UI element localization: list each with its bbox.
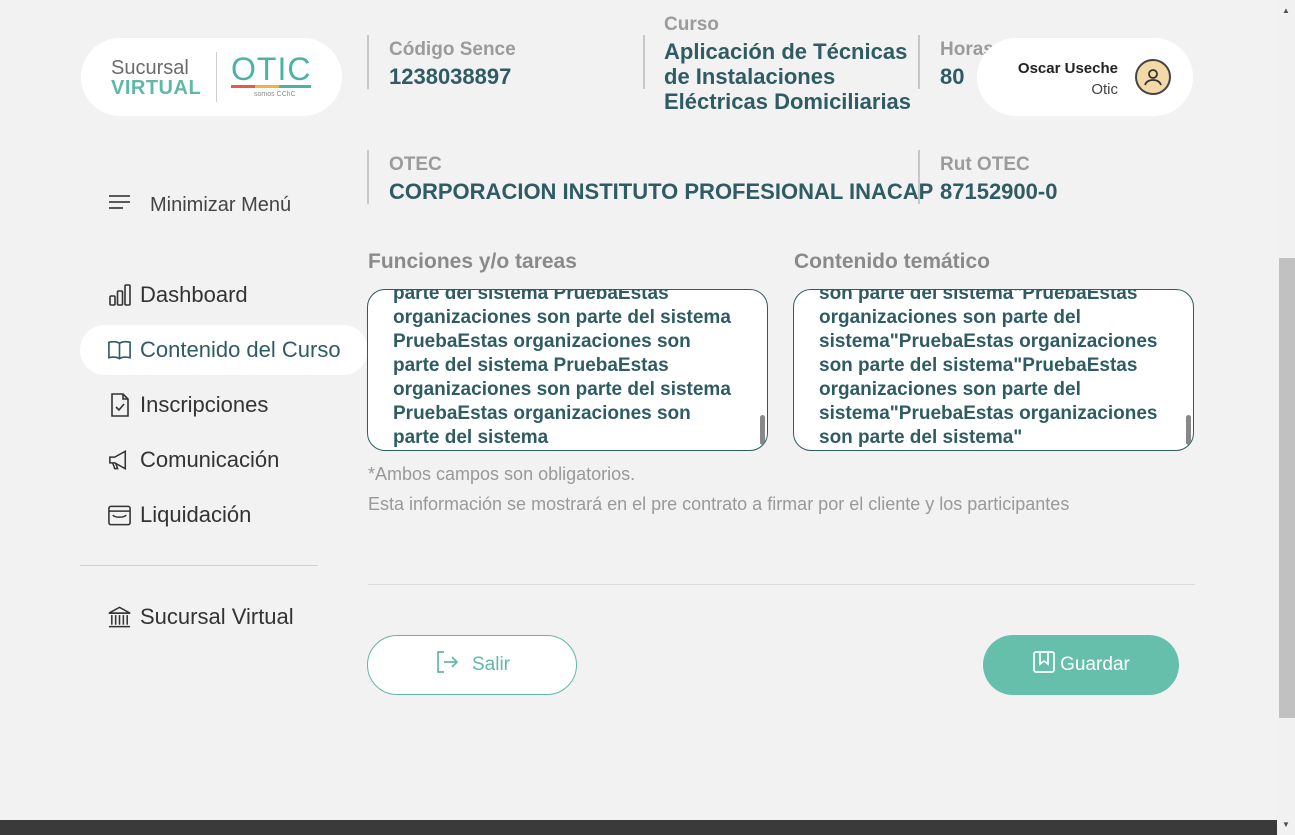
sidebar-item-sucursal-virtual[interactable]: Sucursal Virtual [80,592,368,642]
codigo-sence-value: 1238038897 [389,64,512,89]
minimize-menu-label: Minimizar Menú [150,193,292,216]
curso-label: Curso [664,14,719,35]
scrollbar-thumb[interactable] [1279,258,1295,718]
footer-bar [0,820,1277,835]
brand-logo[interactable]: Sucursal VIRTUAL OTIC somos CChC [81,38,342,116]
divider [918,150,920,204]
codigo-sence-label: Código Sence [389,39,516,60]
guardar-label: Guardar [1060,654,1130,675]
logo-divider [216,52,217,102]
sidebar-item-inscripciones[interactable]: Inscripciones [80,380,368,430]
scroll-down-icon[interactable]: ▼ [1282,820,1290,829]
sidebar-item-liquidacion[interactable]: Liquidación [80,490,368,540]
funciones-textarea[interactable]: parte del sistema PruebaEstas organizaci… [367,289,768,451]
wallet-icon [107,503,132,528]
textarea-scrollbar[interactable] [760,415,765,445]
required-note: *Ambos campos son obligatorios. [368,464,636,484]
page-scrollbar[interactable]: ▲ ▼ [1277,0,1295,835]
divider [643,35,645,89]
bar-chart-icon [107,283,132,308]
salir-label: Salir [471,654,510,675]
sidebar-item-label: Comunicación [140,447,280,472]
sidebar-item-label: Liquidación [140,502,252,527]
sidebar-item-dashboard[interactable]: Dashboard [80,270,368,320]
otic-logo-stripe [231,85,311,88]
sidebar-item-label: Contenido del Curso [140,337,341,362]
contenido-textarea[interactable]: son parte del sistema"PruebaEstas organi… [793,289,1194,451]
otec-value: CORPORACION INSTITUTO PROFESIONAL INACAP [389,179,934,204]
document-check-icon [107,393,132,418]
hamburger-icon [107,192,132,218]
sidebar-item-label: Inscripciones [140,392,269,417]
user-name: Oscar Useche [1017,60,1118,77]
divider [368,584,1195,585]
bank-icon [107,605,132,630]
info-note: Esta información se mostrará en el pre c… [368,494,1070,514]
contenido-label: Contenido temático [794,250,991,273]
sidebar-divider [80,565,318,566]
salir-button[interactable]: Salir [367,635,577,695]
megaphone-icon [107,448,132,473]
sidebar-item-comunicacion[interactable]: Comunicación [80,435,368,485]
user-avatar-icon[interactable] [1135,59,1171,95]
divider [367,150,369,204]
user-role: Otic [1091,81,1118,98]
rut-otec-value: 87152900-0 [940,179,1058,204]
bookmark-icon [1032,650,1056,680]
horas-value: 80 [940,64,965,89]
otic-logo-subtitle: somos CChC [254,91,296,98]
divider [367,35,369,89]
logout-icon [434,649,460,681]
curso-value: Aplicación de Técnicas de Instalaciones … [664,39,912,114]
divider [918,35,920,89]
guardar-button[interactable]: Guardar [983,635,1179,695]
otic-logo: OTIC [231,51,312,87]
minimize-menu-button[interactable]: Minimizar Menú [107,192,291,218]
sidebar-item-contenido-del-curso[interactable]: Contenido del Curso [80,325,368,375]
user-menu[interactable]: Oscar Useche Otic [977,38,1193,116]
book-icon [107,338,132,363]
scroll-up-icon[interactable]: ▲ [1282,6,1290,15]
otec-label: OTEC [389,154,442,175]
logo-virtual-text: VIRTUAL [111,77,202,99]
funciones-label: Funciones y/o tareas [368,250,577,273]
textarea-scrollbar[interactable] [1186,415,1191,445]
rut-otec-label: Rut OTEC [940,154,1030,175]
sidebar-item-label: Sucursal Virtual [140,604,294,629]
logo-sucursal-text: Sucursal [111,57,189,79]
sidebar-item-label: Dashboard [140,282,248,307]
funciones-text: parte del sistema PruebaEstas organizaci… [393,289,731,448]
contenido-text: son parte del sistema"PruebaEstas organi… [819,289,1158,448]
